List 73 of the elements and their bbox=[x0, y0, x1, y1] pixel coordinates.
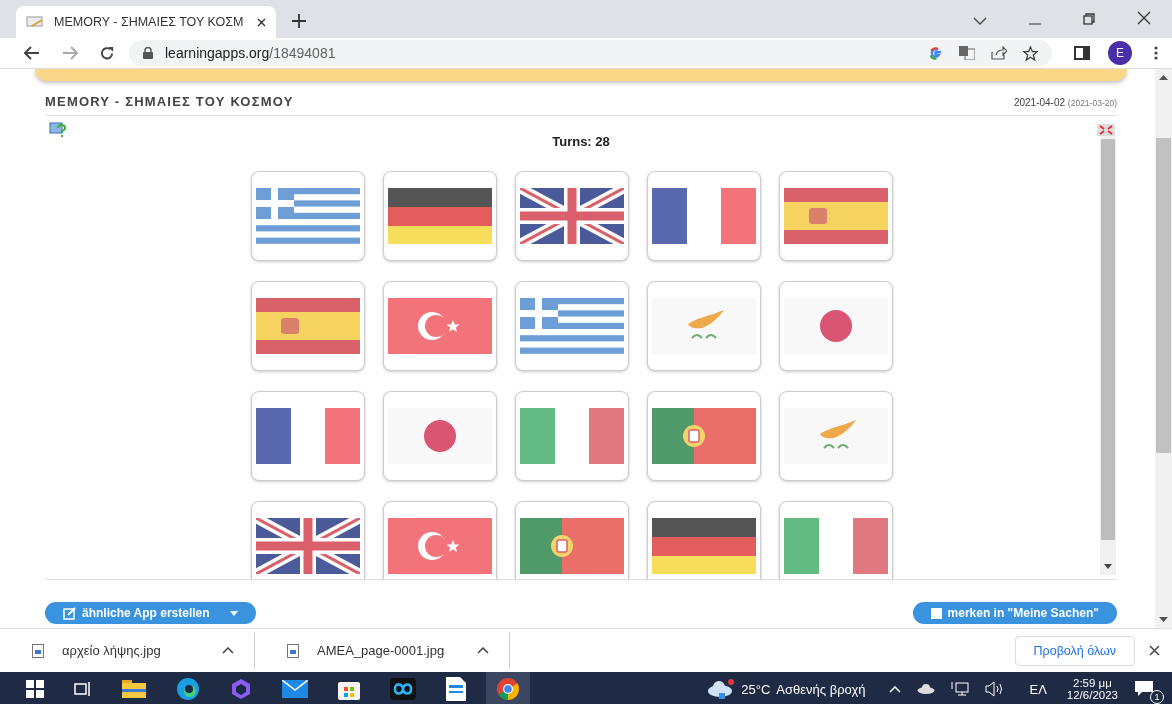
close-tab-icon[interactable] bbox=[257, 17, 266, 27]
scrollbar[interactable] bbox=[1100, 136, 1116, 575]
chevron-up-icon[interactable] bbox=[477, 647, 489, 654]
notification-count: 1 bbox=[1150, 690, 1164, 704]
chrome-taskbar-button[interactable] bbox=[486, 672, 530, 704]
chrome-icon bbox=[496, 677, 520, 701]
memory-card[interactable] bbox=[251, 501, 365, 579]
show-all-button[interactable]: Προβολή όλων bbox=[1014, 635, 1135, 666]
close-icon[interactable] bbox=[1149, 645, 1160, 656]
hexagon-app-icon[interactable] bbox=[230, 678, 252, 700]
windows-start-icon[interactable] bbox=[26, 680, 44, 698]
clock-date: 12/6/2023 bbox=[1066, 689, 1118, 701]
notepad-icon bbox=[26, 15, 44, 29]
temperature-text: 25°C bbox=[741, 681, 771, 697]
task-view-icon[interactable] bbox=[74, 681, 92, 697]
memory-card[interactable] bbox=[251, 281, 365, 371]
memory-card[interactable] bbox=[647, 501, 761, 579]
share-icon[interactable] bbox=[991, 46, 1007, 60]
scroll-down-icon[interactable] bbox=[1159, 617, 1168, 622]
back-icon[interactable] bbox=[24, 46, 40, 60]
language-indicator[interactable]: ΕΛ bbox=[1029, 681, 1047, 697]
weather-text: Ασθενής βροχή bbox=[776, 681, 866, 697]
app-date: 2021-04-02 (2021-03-20) bbox=[1013, 97, 1117, 108]
scroll-up-icon[interactable] bbox=[1159, 75, 1168, 80]
memory-card[interactable] bbox=[383, 391, 497, 481]
image-file-icon bbox=[287, 643, 299, 658]
google-icon[interactable] bbox=[928, 45, 943, 61]
close-icon[interactable] bbox=[1137, 11, 1151, 25]
profile-avatar[interactable]: E bbox=[1108, 41, 1132, 65]
url-text: learningapps.org/18494081 bbox=[165, 45, 336, 61]
clock-time: 2:59 μμ bbox=[1073, 677, 1112, 689]
side-panel-icon[interactable] bbox=[1074, 46, 1090, 60]
memory-card[interactable] bbox=[515, 171, 629, 261]
memory-card[interactable] bbox=[647, 171, 761, 261]
chat-icon bbox=[1134, 680, 1154, 698]
mail-icon[interactable] bbox=[282, 680, 308, 698]
address-bar[interactable]: learningapps.org/18494081 bbox=[129, 40, 1052, 66]
reload-icon[interactable] bbox=[100, 45, 115, 61]
download-item[interactable]: AMEA_page-0001.jpg bbox=[255, 632, 510, 669]
memory-card[interactable] bbox=[251, 391, 365, 481]
cloud-icon[interactable] bbox=[917, 684, 936, 694]
fullscreen-icon[interactable] bbox=[1097, 124, 1115, 136]
edge-browser-icon[interactable] bbox=[176, 677, 200, 701]
edit-icon bbox=[63, 606, 76, 620]
memory-card[interactable] bbox=[383, 171, 497, 261]
menu-icon[interactable] bbox=[1154, 46, 1158, 60]
memory-card[interactable] bbox=[779, 281, 893, 371]
download-item[interactable]: αρχείο λήψης.jpg bbox=[0, 632, 255, 669]
translate-icon[interactable] bbox=[959, 46, 975, 60]
weather-cloud-icon bbox=[707, 678, 736, 700]
star-icon[interactable] bbox=[1023, 45, 1038, 61]
document-icon[interactable] bbox=[446, 677, 466, 701]
app-title: MEMORY - ΣΗΜΑΙΕΣ ΤΟΥ ΚΟΣΜΟΥ bbox=[45, 94, 294, 109]
turns-counter: Turns: 28 bbox=[552, 134, 610, 149]
chevron-down-icon[interactable] bbox=[973, 17, 987, 25]
browser-tab[interactable]: MEMORY - ΣΗΜΑΙΕΣ ΤΟΥ ΚΟΣΜ bbox=[16, 6, 276, 38]
image-file-icon bbox=[32, 643, 44, 658]
page-scrollbar[interactable] bbox=[1155, 69, 1172, 628]
square-icon bbox=[930, 607, 942, 619]
memory-card[interactable] bbox=[515, 501, 629, 579]
memory-card[interactable] bbox=[779, 171, 893, 261]
tab-title: MEMORY - ΣΗΜΑΙΕΣ ΤΟΥ ΚΟΣΜ bbox=[54, 15, 245, 29]
chevron-up-icon[interactable] bbox=[222, 647, 234, 654]
folder-icon[interactable] bbox=[122, 680, 146, 698]
lock-icon bbox=[143, 47, 153, 59]
scroll-down-icon[interactable] bbox=[1104, 564, 1112, 569]
help-icon[interactable] bbox=[49, 122, 67, 138]
memory-card[interactable] bbox=[647, 391, 761, 481]
restore-icon[interactable] bbox=[1083, 13, 1095, 25]
new-tab-icon[interactable] bbox=[292, 14, 306, 28]
caret-icon bbox=[229, 610, 238, 616]
infinity-app-icon[interactable] bbox=[390, 678, 416, 700]
network-icon[interactable] bbox=[951, 681, 970, 697]
